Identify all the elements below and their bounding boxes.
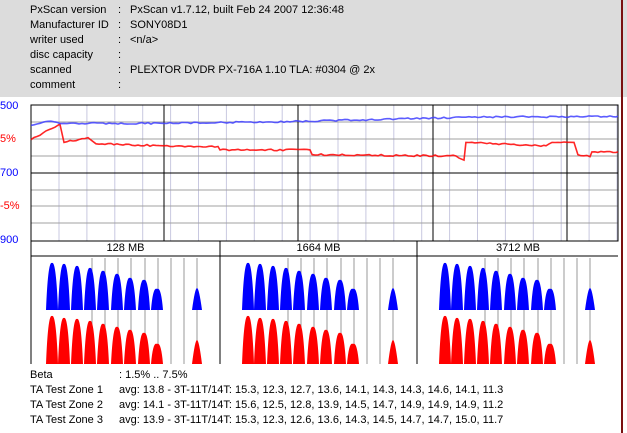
y-label-500: 500 (0, 100, 29, 112)
beta-histogram-14t (585, 340, 595, 364)
y-label-900: 900 (0, 234, 29, 246)
ta-zone-value: avg: 13.9 - 3T-11T/14T: 15.3, 12.3, 12.6… (119, 413, 503, 428)
ta-zone-value: avg: 14.1 - 3T-11T/14T: 15.6, 12.5, 12.8… (119, 398, 503, 413)
zone-label-3: 3712 MB (417, 241, 619, 256)
scan-graph (0, 0, 627, 433)
ta-zone-value: avg: 13.8 - 3T-11T/14T: 15.3, 12.3, 12.7… (119, 383, 503, 398)
beta-value: : 1.5% .. 7.5% (119, 368, 187, 383)
y-label-minus5pct: -5% (0, 200, 29, 212)
zone-label-1: 128 MB (31, 241, 220, 256)
beta-curve (31, 124, 618, 160)
ta-zone-row: TA Test Zone 1 avg: 13.8 - 3T-11T/14T: 15… (30, 383, 103, 398)
ta-zone-label: TA Test Zone 3 (30, 414, 103, 426)
ta-zone-label: TA Test Zone 1 (30, 384, 103, 396)
ta-zone-row: TA Test Zone 2 avg: 14.1 - 3T-11T/14T: 15… (30, 398, 103, 413)
jitter-curve (31, 116, 618, 126)
y-label-5pct: 5% (0, 133, 29, 145)
jitter-histogram-14t (192, 288, 202, 310)
ta-zone-row: TA Test Zone 3 avg: 13.9 - 3T-11T/14T: 15… (30, 413, 103, 428)
beta-histogram-14t (388, 340, 398, 364)
jitter-histogram-14t (585, 288, 595, 310)
beta-label: Beta (30, 369, 53, 381)
ta-zone-label: TA Test Zone 2 (30, 399, 103, 411)
y-label-700: 700 (0, 167, 29, 179)
beta-histogram-14t (192, 340, 202, 364)
beta-row: Beta: 1.5% .. 7.5% (30, 368, 53, 383)
zone-label-2: 1664 MB (220, 241, 417, 256)
jitter-histogram-14t (388, 288, 398, 310)
